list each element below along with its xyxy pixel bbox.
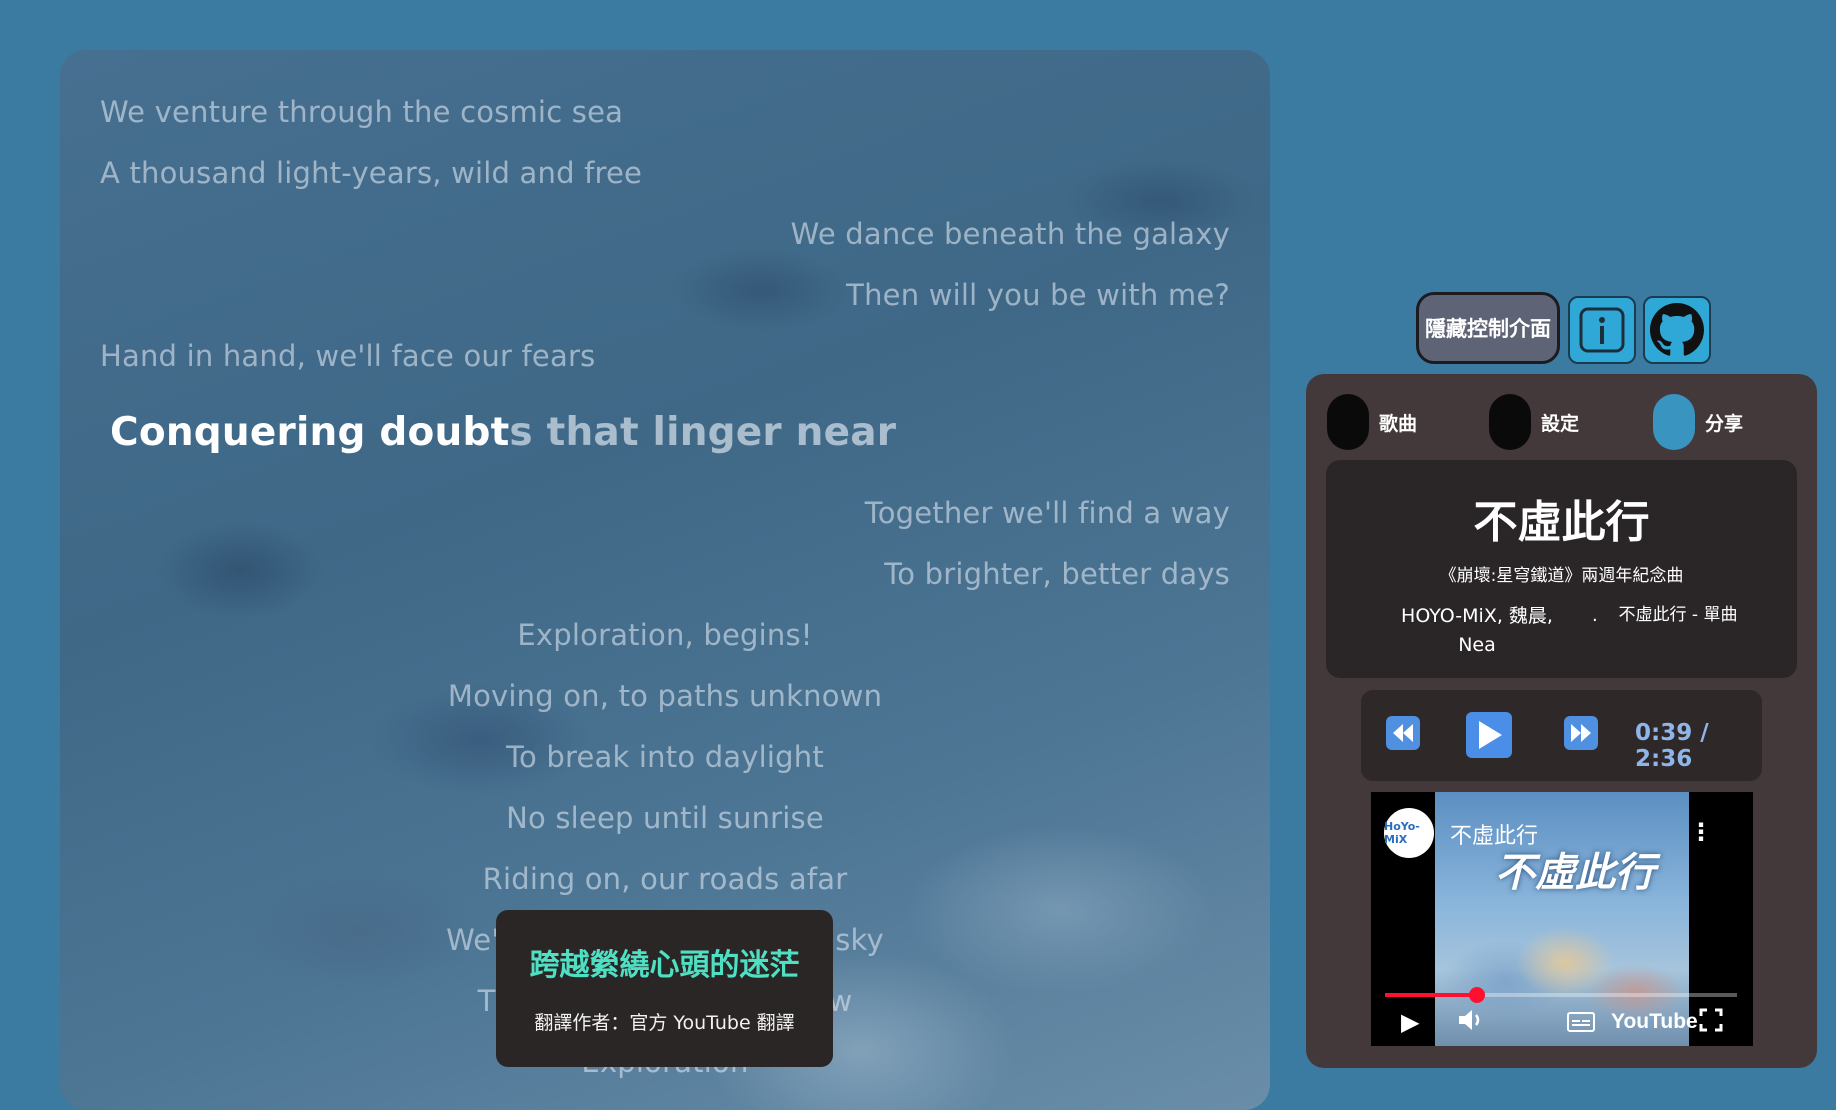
expand-icon — [1699, 1008, 1723, 1032]
video-progress-bar[interactable] — [1385, 987, 1737, 1003]
current-lyric-sung: Conquering doubt — [110, 410, 510, 455]
rewind-icon — [1393, 724, 1413, 742]
tab-indicator — [1653, 394, 1695, 450]
more-options-icon[interactable]: ⋮ — [1689, 818, 1713, 846]
previous-button[interactable] — [1386, 716, 1420, 750]
volume-icon[interactable] — [1457, 1008, 1485, 1038]
captions-icon — [1567, 1012, 1595, 1032]
play-icon — [1479, 721, 1502, 749]
lyric-line[interactable]: Exploration, begins! — [60, 618, 1270, 652]
song-artists: HOYO-MiX, 魏晨, Nea — [1401, 605, 1553, 656]
info-button[interactable] — [1568, 296, 1636, 364]
speaker-icon — [1459, 1010, 1480, 1030]
lyric-line[interactable]: To break into daylight — [60, 740, 1270, 774]
translation-popup: 跨越縈繞心頭的迷茫 翻譯作者：官方 YouTube 翻譯 — [496, 910, 833, 1067]
video-title[interactable]: 不虛此行 — [1450, 818, 1538, 850]
tab-indicator — [1489, 394, 1531, 450]
song-title: 不虛此行 — [1473, 497, 1650, 548]
tab-label: 分享 — [1705, 412, 1744, 435]
lyric-line[interactable]: Riding on, our roads afar — [60, 862, 1270, 896]
player-controls: 0:39 / 2:36 — [1361, 690, 1762, 781]
github-button[interactable] — [1643, 296, 1711, 364]
lyric-line[interactable]: We venture through the cosmic sea — [100, 95, 623, 129]
lyric-line[interactable]: Together we'll find a way — [865, 496, 1230, 530]
lyric-line[interactable]: A thousand light-years, wild and free — [100, 156, 642, 190]
song-album: 不虛此行 - 單曲 — [1618, 605, 1738, 625]
song-subtitle: 《崩壞:星穹鐵道》兩週年紀念曲 — [1439, 566, 1684, 586]
github-icon — [1650, 303, 1704, 356]
youtube-embed[interactable]: 不虛此行 HoYo-MiX 不虛此行 ⋮ ▶ YouTube — [1371, 792, 1753, 1046]
tab-songs[interactable]: 歌曲 — [1327, 394, 1417, 450]
next-button[interactable] — [1564, 716, 1598, 750]
subtitles-icon[interactable] — [1567, 1012, 1595, 1037]
lyric-line[interactable]: No sleep until sunrise — [60, 801, 1270, 835]
current-lyric-rest: s that linger near — [509, 410, 897, 455]
video-progress-knob[interactable] — [1468, 987, 1485, 1003]
play-button[interactable] — [1466, 712, 1512, 758]
video-progress-fill — [1385, 993, 1477, 997]
video-play-icon[interactable]: ▶ — [1401, 1008, 1419, 1036]
current-lyric-line[interactable]: Conquering doubts that linger near — [110, 410, 896, 455]
tab-settings[interactable]: 設定 — [1489, 394, 1579, 450]
fullscreen-icon[interactable] — [1699, 1008, 1723, 1038]
youtube-logo[interactable]: YouTube — [1611, 1010, 1698, 1034]
lyric-line[interactable]: Hand in hand, we'll face our fears — [100, 339, 595, 373]
translation-text: 跨越縈繞心頭的迷茫 — [529, 948, 800, 983]
tab-share[interactable]: 分享 — [1653, 394, 1743, 450]
tab-label: 歌曲 — [1379, 412, 1418, 435]
song-separator: · — [1592, 610, 1598, 631]
lyric-line[interactable]: To brighter, better days — [884, 557, 1230, 591]
info-icon — [1579, 307, 1625, 353]
lyric-line[interactable]: Moving on, to paths unknown — [60, 679, 1270, 713]
control-panel: 歌曲 設定 分享 不虛此行 《崩壞:星穹鐵道》兩週年紀念曲 HOYO-MiX, … — [1306, 374, 1817, 1068]
playback-time: 0:39 / 2:36 — [1635, 720, 1709, 772]
fast-forward-icon — [1571, 724, 1591, 742]
tab-indicator — [1327, 394, 1369, 450]
lyric-line[interactable]: Then will you be with me? — [846, 278, 1230, 312]
hide-controls-button[interactable]: 隱藏控制介面 — [1416, 292, 1560, 364]
song-info-card: 不虛此行 《崩壞:星穹鐵道》兩週年紀念曲 HOYO-MiX, 魏晨, Nea ·… — [1326, 460, 1797, 678]
tab-label: 設定 — [1541, 412, 1580, 435]
translation-author: 翻譯作者：官方 YouTube 翻譯 — [534, 1012, 795, 1034]
channel-logo[interactable]: HoYo-MiX — [1384, 808, 1434, 858]
lyric-line[interactable]: We dance beneath the galaxy — [791, 217, 1230, 251]
